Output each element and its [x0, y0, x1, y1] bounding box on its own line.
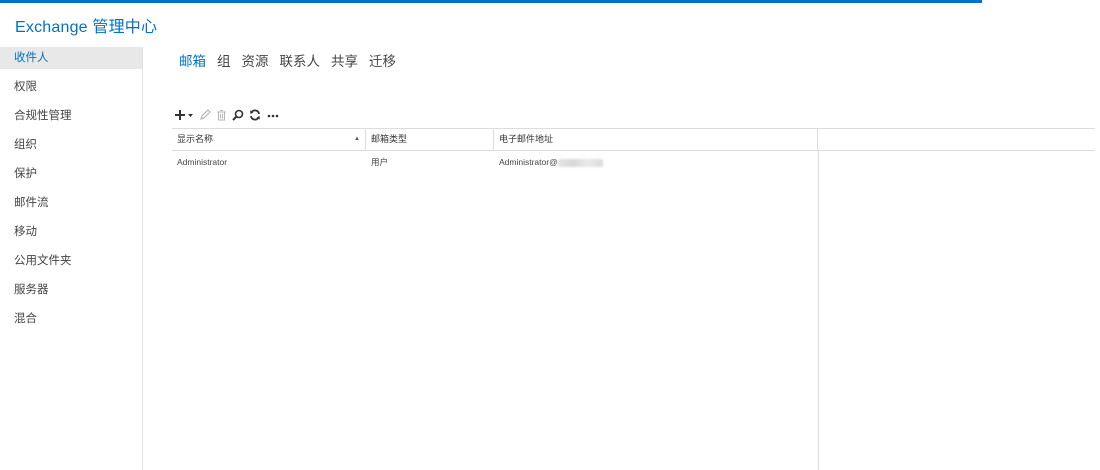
sidebar-item-public-folders[interactable]: 公用文件夹	[0, 250, 142, 272]
progress-bar	[0, 0, 1100, 3]
cell-mailbox-type: 用户	[371, 157, 389, 167]
tab-contacts[interactable]: 联系人	[280, 50, 321, 70]
sort-ascending-icon: ▲	[354, 136, 360, 142]
sidebar-item-compliance[interactable]: 合规性管理	[0, 105, 142, 127]
toolbar	[175, 107, 285, 123]
sidebar-item-mobile[interactable]: 移动	[0, 221, 142, 243]
details-pane-header	[818, 129, 1095, 150]
tab-bar: 邮箱 组 资源 联系人 共享 迁移	[179, 50, 407, 70]
search-icon[interactable]	[232, 108, 244, 122]
column-header-mailbox-type[interactable]: 邮箱类型	[366, 129, 494, 150]
details-pane-divider	[818, 150, 819, 470]
delete-icon[interactable]	[216, 108, 227, 122]
sidebar-item-protection[interactable]: 保护	[0, 163, 142, 185]
redacted-block	[557, 158, 603, 167]
sidebar-item-permissions[interactable]: 权限	[0, 76, 142, 98]
tab-groups[interactable]: 组	[217, 50, 231, 70]
email-text: Administrator@	[499, 157, 558, 167]
column-header-label: 电子邮件地址	[499, 134, 554, 144]
sidebar-item-servers[interactable]: 服务器	[0, 279, 142, 301]
recipients-table: 显示名称 ▲ 邮箱类型 电子邮件地址 Administrator 用户 Admi…	[172, 128, 1095, 172]
tab-shared[interactable]: 共享	[331, 50, 358, 70]
progress-fill	[0, 0, 983, 3]
tab-resources[interactable]: 资源	[242, 50, 269, 70]
column-header-label: 邮箱类型	[371, 134, 408, 144]
tab-migration[interactable]: 迁移	[369, 50, 396, 70]
cell-display-name: Administrator	[177, 157, 228, 167]
add-icon[interactable]	[175, 108, 194, 122]
sidebar-item-organization[interactable]: 组织	[0, 134, 142, 156]
sidebar: 收件人 权限 合规性管理 组织 保护 邮件流 移动 公用文件夹 服务器 混合	[0, 47, 143, 470]
column-header-label: 显示名称	[177, 134, 214, 144]
column-header-email-address[interactable]: 电子邮件地址	[494, 129, 818, 150]
column-header-display-name[interactable]: 显示名称 ▲	[172, 129, 366, 150]
more-icon[interactable]	[266, 108, 280, 122]
table-row[interactable]: Administrator 用户 Administrator@	[172, 151, 818, 172]
table-header: 显示名称 ▲ 邮箱类型 电子邮件地址	[172, 129, 1095, 151]
refresh-icon[interactable]	[249, 108, 261, 122]
tab-mailboxes[interactable]: 邮箱	[179, 50, 206, 70]
sidebar-item-hybrid[interactable]: 混合	[0, 308, 142, 330]
edit-icon[interactable]	[199, 108, 211, 122]
app-title: Exchange 管理中心	[15, 19, 158, 36]
sidebar-item-mail-flow[interactable]: 邮件流	[0, 192, 142, 214]
cell-email: Administrator@	[494, 151, 818, 172]
sidebar-item-recipients[interactable]: 收件人	[0, 47, 142, 69]
